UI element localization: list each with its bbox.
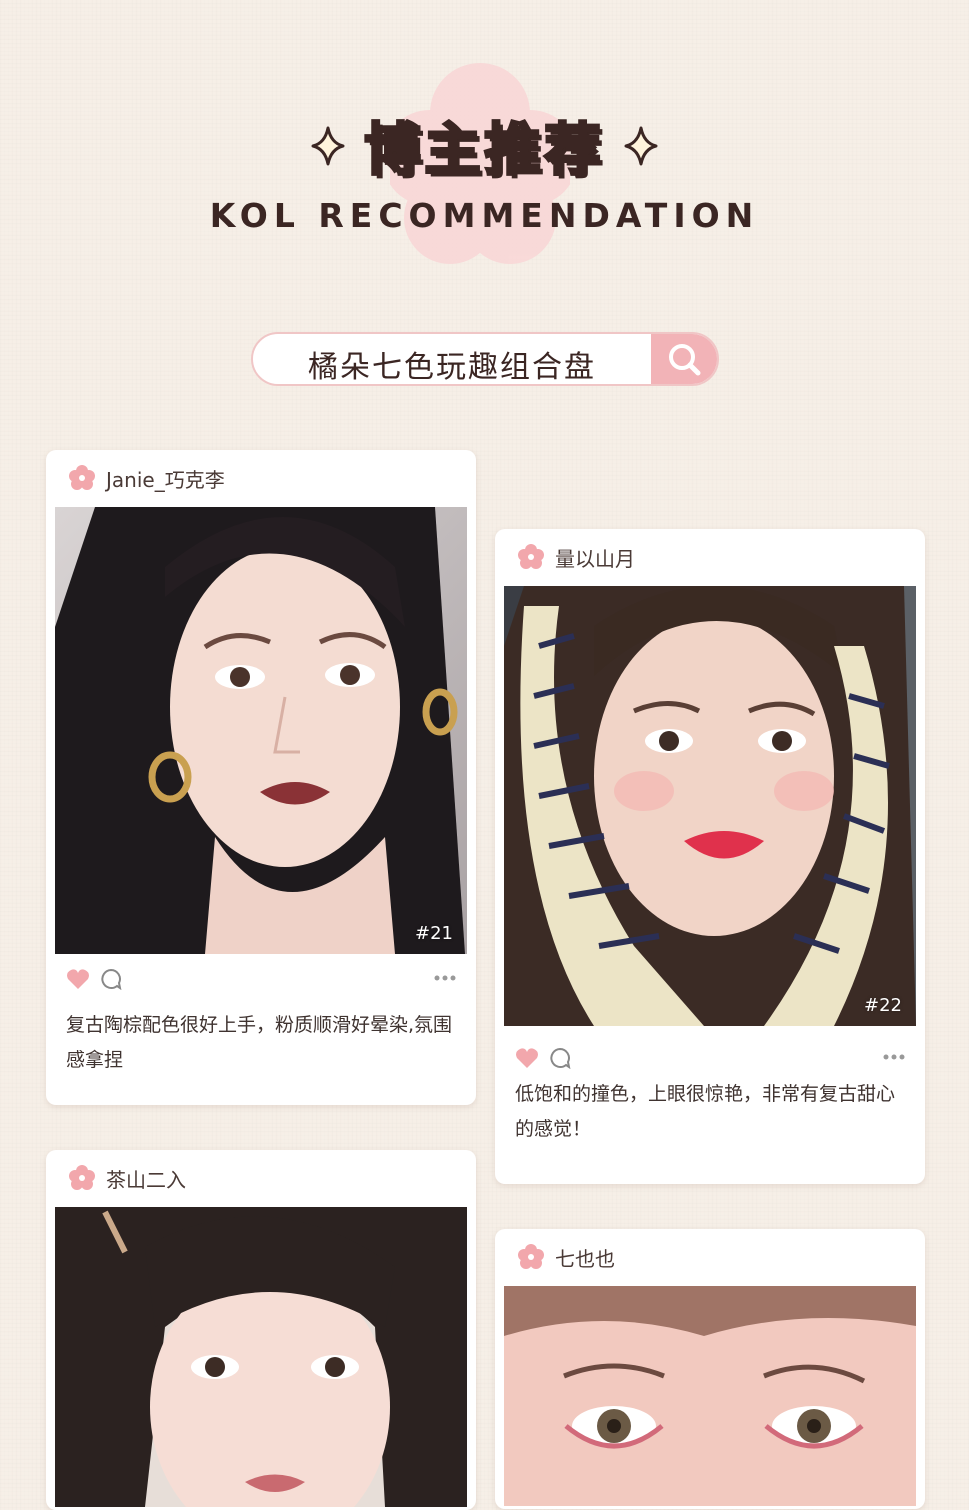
section-header: 博主推荐 KOL RECOMMENDATION: [0, 0, 969, 300]
sparkle-icon: [311, 126, 345, 165]
heart-icon[interactable]: [515, 1047, 539, 1069]
search-input[interactable]: 橘朵七色玩趣组合盘: [308, 342, 596, 384]
post-header: 七也也: [495, 1229, 925, 1285]
post-card[interactable]: 茶山二入: [46, 1150, 476, 1510]
post-comment: 低饱和的撞色，上眼很惊艳，非常有复古甜心的感觉！: [515, 1083, 896, 1140]
search-bar[interactable]: 橘朵七色玩趣组合盘: [251, 332, 719, 386]
post-card[interactable]: 量以山月 #22 低饱和的撞色，上眼很惊艳，非常有复古甜心的感觉！: [495, 529, 925, 1184]
post-header: Janie_巧克李: [46, 450, 476, 506]
post-photo[interactable]: #21: [55, 507, 467, 954]
post-photo[interactable]: #22: [504, 586, 916, 1026]
post-header: 量以山月: [495, 529, 925, 585]
post-comment: 复古陶棕配色很好上手，粉质顺滑好晕染,氛围感拿捏: [66, 1014, 453, 1071]
title-row: 博主推荐: [0, 105, 969, 186]
page-title: 博主推荐: [363, 117, 605, 185]
post-card[interactable]: 七也也: [495, 1229, 925, 1509]
shade-tag: #21: [415, 923, 453, 944]
heart-icon[interactable]: [66, 968, 90, 990]
portrait-image: [504, 1286, 916, 1506]
search-button[interactable]: [651, 334, 717, 384]
more-icon[interactable]: [434, 973, 456, 983]
post-photo[interactable]: [55, 1207, 467, 1507]
post-author[interactable]: 茶山二入: [106, 1164, 186, 1193]
post-card[interactable]: Janie_巧克李 #21 复古陶棕配色很好上手，粉质顺滑好晕染,氛围感拿捏: [46, 450, 476, 1105]
post-actions: [515, 1047, 905, 1071]
post-actions: [66, 968, 456, 992]
portrait-image: [55, 1207, 467, 1507]
flower-icon: [69, 465, 95, 490]
post-photo[interactable]: [504, 1286, 916, 1506]
post-header: 茶山二入: [46, 1150, 476, 1206]
flower-icon: [518, 1244, 544, 1269]
search-icon: [669, 344, 701, 376]
more-icon[interactable]: [883, 1052, 905, 1062]
post-author[interactable]: Janie_巧克李: [106, 464, 225, 493]
page-subtitle: KOL RECOMMENDATION: [209, 196, 760, 235]
portrait-image: [55, 507, 467, 954]
comment-icon[interactable]: [549, 1047, 571, 1069]
flower-icon: [69, 1165, 95, 1190]
post-author[interactable]: 七也也: [555, 1243, 615, 1272]
portrait-image: [504, 586, 916, 1026]
shade-tag: #22: [864, 995, 902, 1016]
flower-icon: [518, 544, 544, 569]
post-author[interactable]: 量以山月: [555, 543, 635, 572]
comment-icon[interactable]: [100, 968, 122, 990]
sparkle-icon: [624, 126, 658, 165]
